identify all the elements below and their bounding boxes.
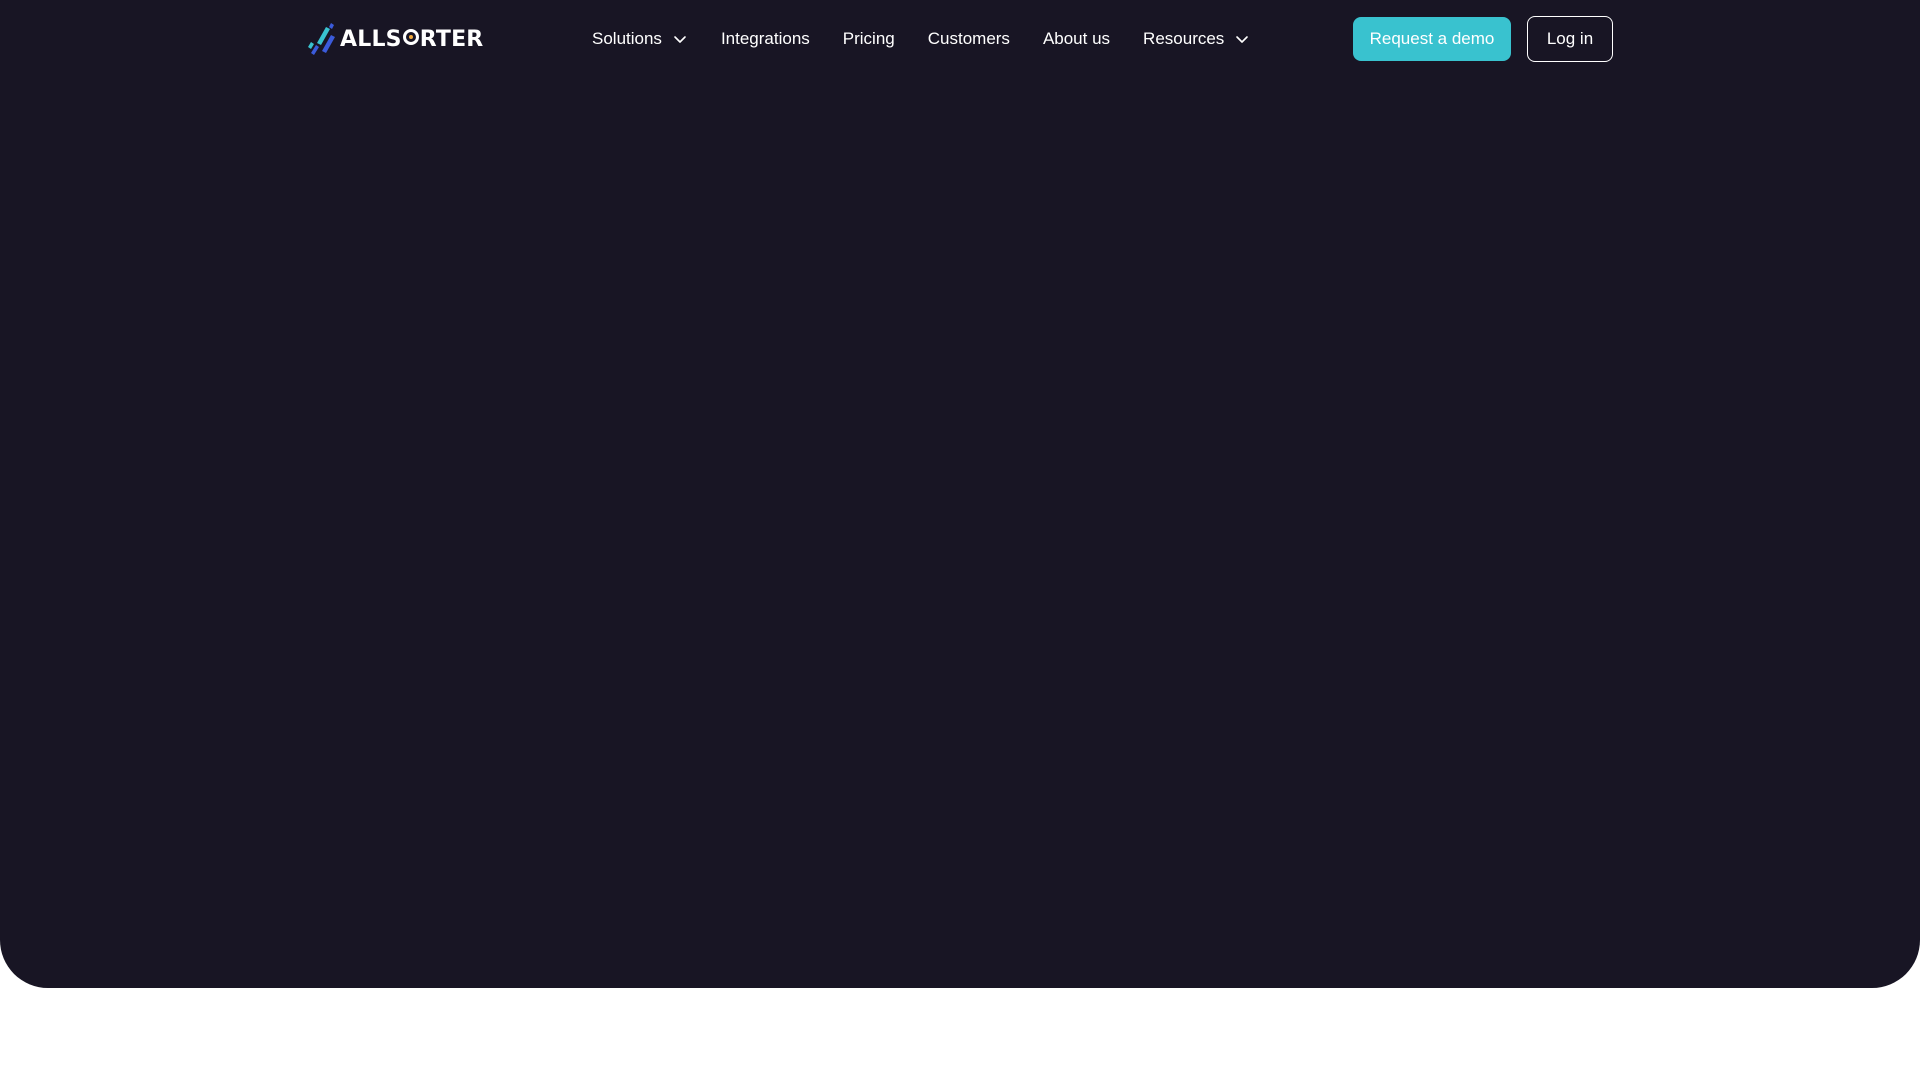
login-button[interactable]: Log in <box>1527 16 1613 62</box>
wordmark-o-icon <box>402 28 419 45</box>
nav-integrations[interactable]: Integrations <box>721 29 810 49</box>
nav-integrations-label: Integrations <box>720 29 810 48</box>
brand-logo[interactable]: ALLS RTER <box>307 22 483 56</box>
nav-about-us-label: About us <box>1042 29 1111 48</box>
nav-about-us[interactable]: About us <box>1043 29 1110 49</box>
nav-solutions-label: Solutions <box>592 29 662 48</box>
nav-solutions[interactable]: Solutions <box>592 29 688 49</box>
hero-section: ALLS RTER Solutions Integrations Pricing … <box>0 0 1920 988</box>
nav-customers-label: Customers <box>927 29 1010 48</box>
top-navbar: ALLS RTER Solutions Integrations Pricing … <box>0 0 1920 78</box>
nav-pricing[interactable]: Pricing <box>843 29 895 49</box>
brand-wordmark: ALLS RTER <box>340 26 484 52</box>
chevron-down-icon <box>1236 36 1249 43</box>
chevron-down-icon <box>674 36 686 43</box>
nav-resources[interactable]: Resources <box>1143 29 1250 49</box>
request-demo-button[interactable]: Request a demo <box>1353 17 1511 61</box>
nav-pricing-label: Pricing <box>842 29 895 48</box>
allsorter-logo-icon <box>308 23 335 55</box>
nav-customers[interactable]: Customers <box>928 29 1010 49</box>
nav-resources-label: Resources <box>1143 29 1225 48</box>
main-navigation: Solutions Integrations Pricing Customers… <box>592 0 1283 78</box>
